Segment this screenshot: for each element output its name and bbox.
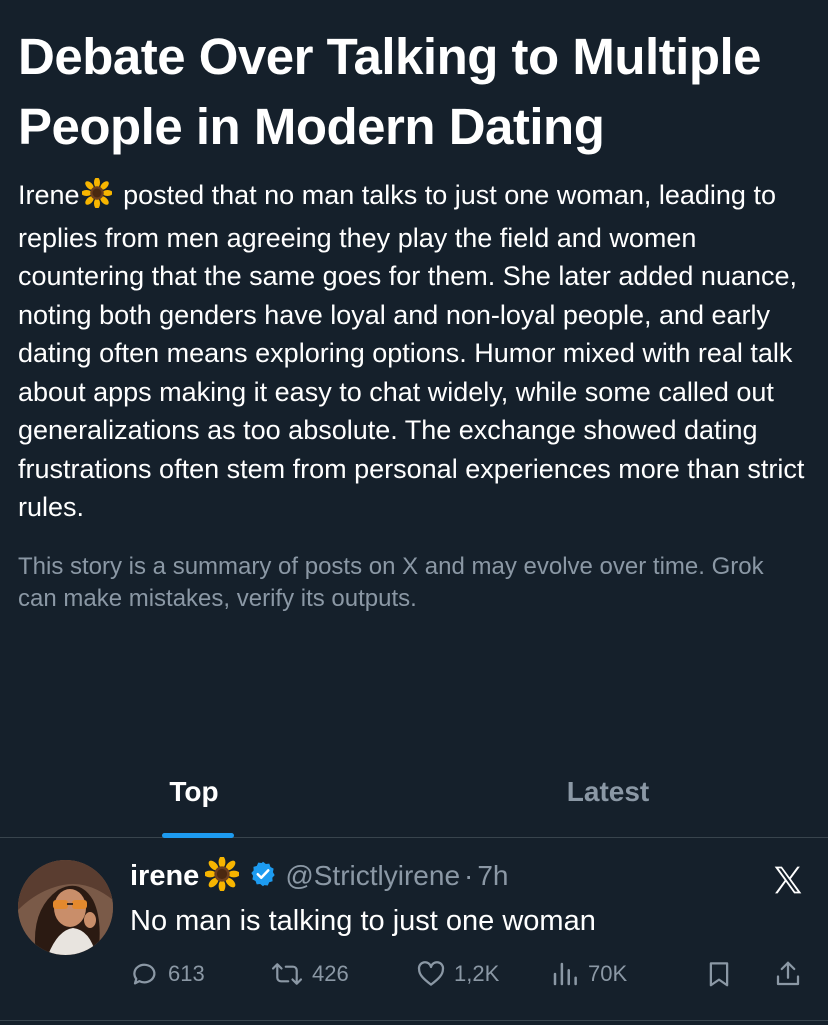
x-logo-icon[interactable] xyxy=(772,864,804,896)
sunflower-emoji-icon xyxy=(204,855,241,896)
tab-latest[interactable]: Latest xyxy=(414,762,828,837)
tweet-time[interactable]: 7h xyxy=(477,860,508,892)
share-button[interactable] xyxy=(773,954,803,994)
tab-top-label: Top xyxy=(169,776,219,807)
bookmark-icon xyxy=(704,959,734,989)
tweet-actions: 613 426 1,2K 70K xyxy=(130,954,810,994)
reply-button[interactable]: 613 xyxy=(130,954,205,994)
summary-body: posted that no man talks to just one wom… xyxy=(18,180,805,522)
story-headline: Debate Over Talking to Multiple People i… xyxy=(18,28,762,155)
tweet-text: No man is talking to just one woman xyxy=(130,905,596,937)
sunflower-emoji-icon xyxy=(80,177,113,219)
bookmark-button[interactable] xyxy=(704,954,734,994)
summary-author: Irene xyxy=(18,180,80,210)
views-button[interactable]: 70K xyxy=(550,954,627,994)
tab-latest-label: Latest xyxy=(566,776,650,807)
views-icon xyxy=(550,959,580,989)
author-name[interactable]: irene xyxy=(130,860,199,893)
reply-icon xyxy=(130,959,160,989)
story-panel: Debate Over Talking to Multiple People i… xyxy=(0,0,828,615)
repost-count: 426 xyxy=(312,961,349,986)
repost-icon xyxy=(270,959,304,989)
verified-badge-icon[interactable] xyxy=(249,860,277,893)
avatar[interactable] xyxy=(18,860,113,955)
like-button[interactable]: 1,2K xyxy=(416,954,499,994)
tweet-header: irene @Strictlyirene · 7h xyxy=(130,855,509,896)
views-count: 70K xyxy=(588,961,628,986)
feed-tabs: Top Latest xyxy=(0,762,828,838)
tab-top[interactable]: Top xyxy=(0,762,414,838)
like-count: 1,2K xyxy=(454,961,500,986)
separator-dot: · xyxy=(464,860,474,891)
repost-button[interactable]: 426 xyxy=(270,954,349,994)
tweet-card[interactable]: irene @Strictlyirene · 7h No man is talk… xyxy=(0,838,828,1021)
story-summary: Irene posted that no man talks to just o… xyxy=(18,176,810,527)
share-icon xyxy=(773,959,803,989)
heart-icon xyxy=(416,959,446,989)
story-disclaimer: This story is a summary of posts on X an… xyxy=(18,552,764,612)
reply-count: 613 xyxy=(168,961,205,986)
author-handle[interactable]: @Strictlyirene xyxy=(285,860,460,892)
